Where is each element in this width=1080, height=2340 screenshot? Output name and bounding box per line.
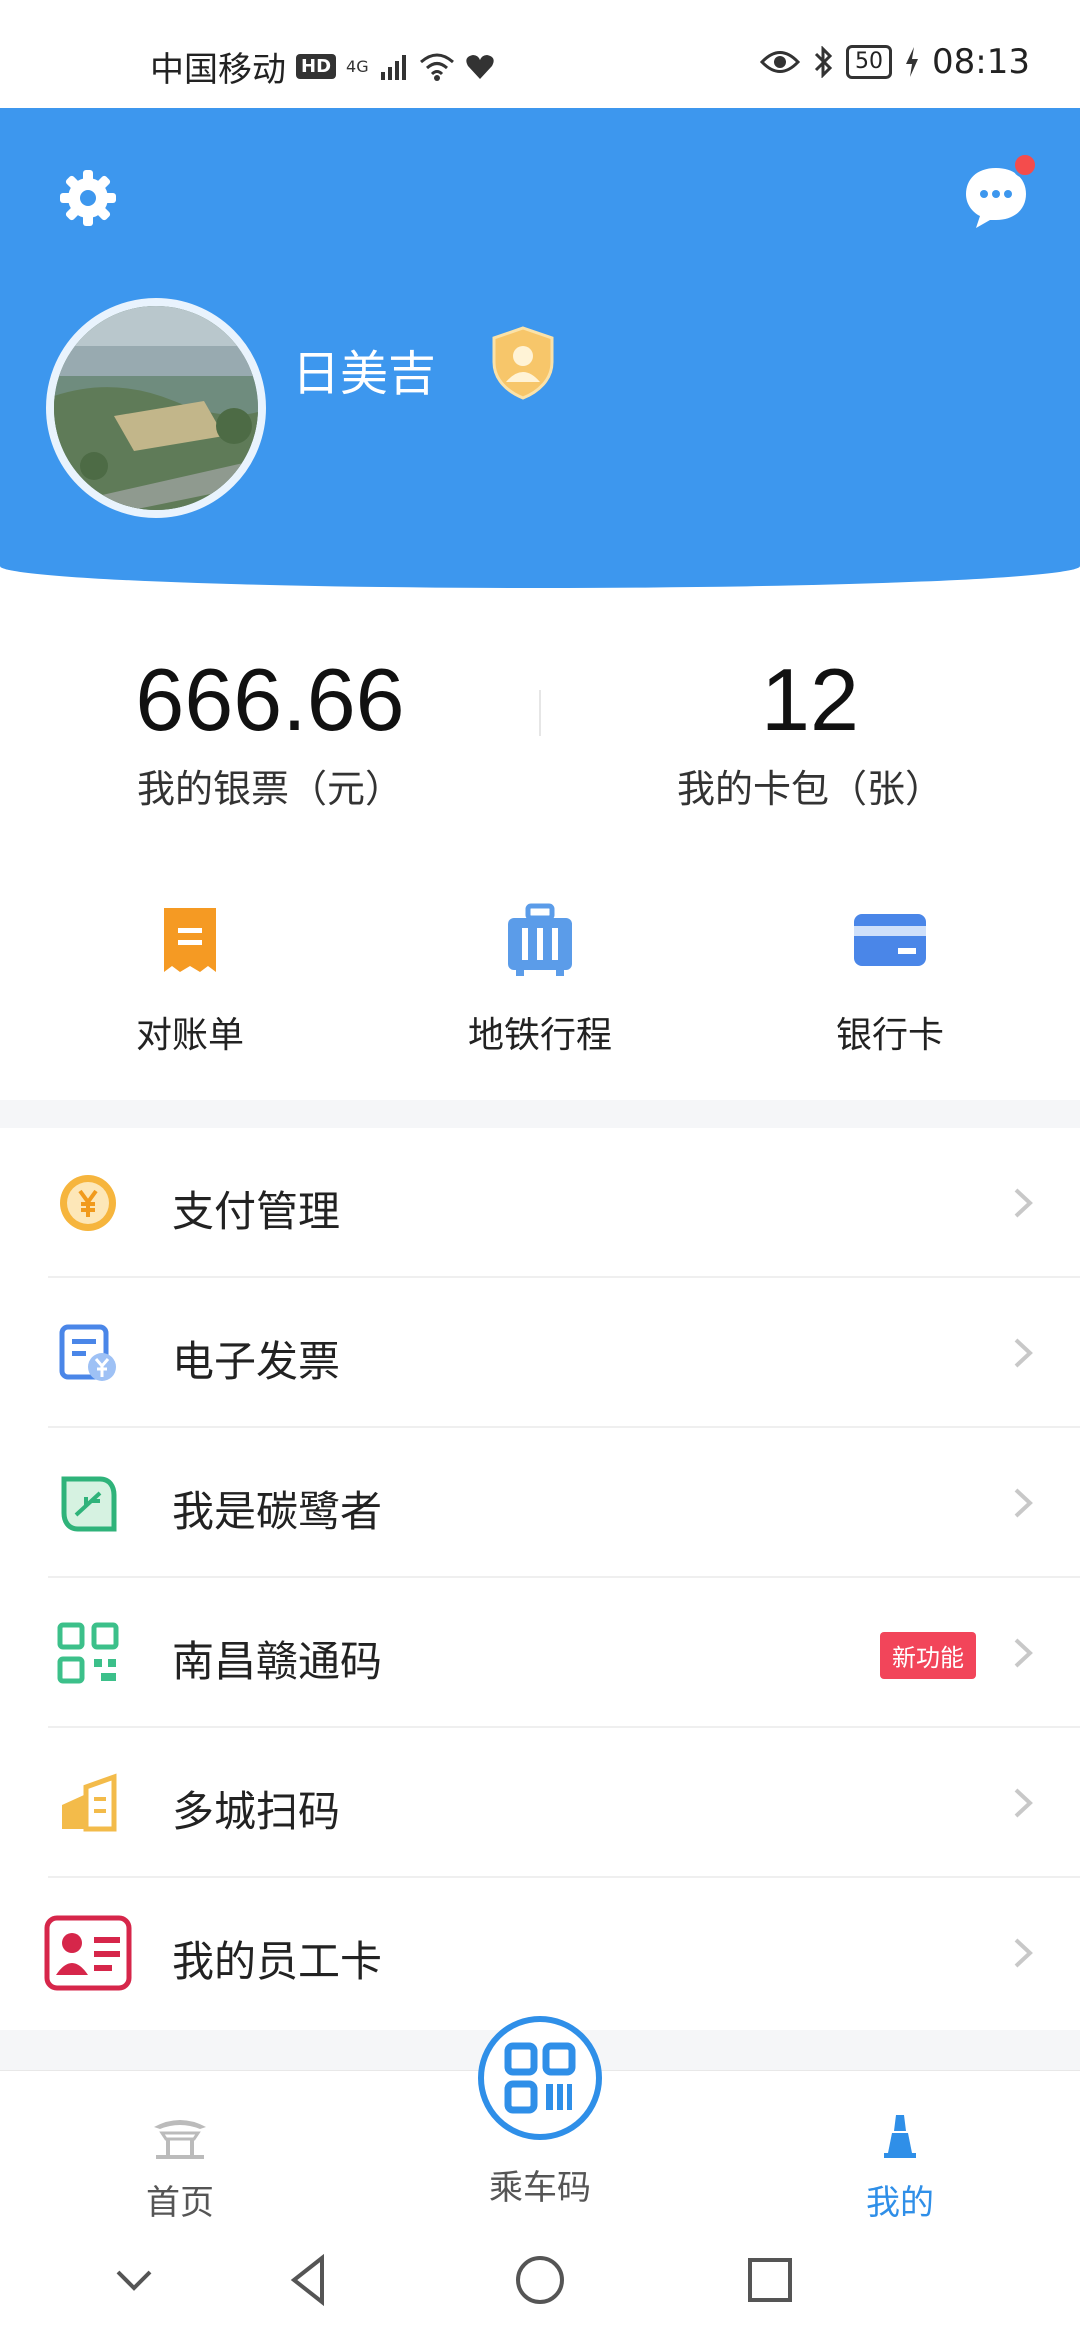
quick-action-label: 地铁行程 xyxy=(467,1015,612,1056)
back-icon[interactable] xyxy=(280,2250,340,2310)
pavilion-icon xyxy=(154,2120,206,2159)
chevron-right-icon xyxy=(1014,1338,1033,1368)
menu-item-label: 我的员工卡 xyxy=(172,1937,383,1986)
settings-button[interactable] xyxy=(56,166,120,230)
ride-code-button[interactable] xyxy=(478,2016,602,2140)
menu-item-employee-card[interactable]: 我的员工卡 xyxy=(0,1878,1080,2028)
chevron-right-icon xyxy=(1014,1788,1033,1818)
recents-icon[interactable] xyxy=(740,2250,800,2310)
nav-home[interactable]: 首页 xyxy=(0,2111,360,2224)
menu-list: 支付管理 电子发票 我是碳鹭者 南昌赣通码 新功能 多城扫码 我的员工卡 xyxy=(0,1128,1080,2028)
quick-action-label: 对账单 xyxy=(135,1015,244,1056)
menu-item-label: 南昌赣通码 xyxy=(172,1637,383,1686)
status-right: 50 08:13 xyxy=(760,42,1030,82)
messages-button[interactable] xyxy=(960,152,1038,232)
qr-code-icon xyxy=(57,1622,119,1684)
statement-icon xyxy=(150,900,230,980)
avatar[interactable] xyxy=(46,298,266,518)
quick-action-statement[interactable]: 对账单 xyxy=(10,900,370,1058)
shield-user-icon xyxy=(492,326,554,400)
nav-mine[interactable]: 我的 xyxy=(720,2111,1080,2224)
nav-label: 我的 xyxy=(866,2183,934,2223)
leaf-icon xyxy=(61,1476,117,1532)
new-feature-badge: 新功能 xyxy=(880,1632,976,1679)
invoice-icon xyxy=(59,1324,116,1381)
username: 日美吉 xyxy=(292,346,437,402)
system-navigation-bar xyxy=(0,2220,1080,2340)
health-icon xyxy=(465,54,494,79)
menu-item-payment-management[interactable]: 支付管理 xyxy=(0,1128,1080,1278)
status-bar: 中国移动 HD 4G 50 08:13 xyxy=(0,0,1080,108)
gear-icon xyxy=(60,170,116,226)
carrier-name: 中国移动 xyxy=(150,50,286,90)
home-icon[interactable] xyxy=(510,2250,570,2310)
verified-badge[interactable] xyxy=(490,326,556,400)
tower-icon xyxy=(884,2115,916,2158)
card-count-label: 我的卡包（张） xyxy=(676,767,943,811)
ride-code-label: 乘车码 xyxy=(489,2168,591,2208)
bank-card-icon xyxy=(850,900,930,980)
balance-label: 我的银票（元） xyxy=(136,767,403,811)
signal-icon xyxy=(380,54,406,80)
chevron-right-icon xyxy=(1014,1938,1033,1968)
chevron-down-icon[interactable] xyxy=(104,2250,164,2310)
menu-item-label: 支付管理 xyxy=(172,1187,341,1236)
menu-item-ganton-code[interactable]: 南昌赣通码 新功能 xyxy=(0,1578,1080,1728)
balance-stat[interactable]: 666.66 我的银票（元） xyxy=(0,650,540,813)
battery-level: 50 xyxy=(846,45,893,79)
nav-label: 首页 xyxy=(146,2183,214,2223)
profile-header: 日美吉 xyxy=(0,108,1080,588)
chevron-right-icon xyxy=(1014,1188,1033,1218)
menu-item-e-invoice[interactable]: 电子发票 xyxy=(0,1278,1080,1428)
quick-action-bank-card[interactable]: 银行卡 xyxy=(710,900,1070,1058)
bluetooth-icon xyxy=(814,46,833,78)
city-icon xyxy=(62,1773,117,1832)
notification-dot xyxy=(1012,152,1038,178)
quick-action-metro-trips[interactable]: 地铁行程 xyxy=(360,900,720,1058)
card-count-value: 12 xyxy=(761,650,859,749)
section-spacer xyxy=(0,1100,1080,1128)
chevron-right-icon xyxy=(1014,1638,1033,1668)
balance-value: 666.66 xyxy=(135,650,405,749)
menu-item-carbon[interactable]: 我是碳鹭者 xyxy=(0,1428,1080,1578)
yuan-coin-icon xyxy=(60,1175,116,1231)
employee-card-icon xyxy=(44,1915,132,1991)
menu-item-label: 多城扫码 xyxy=(172,1787,341,1836)
hd-indicator: HD xyxy=(296,54,337,79)
avatar-image xyxy=(54,306,258,510)
wifi-icon xyxy=(419,53,454,81)
card-wallet-stat[interactable]: 12 我的卡包（张） xyxy=(540,650,1080,813)
qr-code-icon xyxy=(504,2042,576,2114)
eye-icon xyxy=(760,51,801,73)
quick-action-label: 银行卡 xyxy=(835,1015,944,1056)
menu-item-multi-city-scan[interactable]: 多城扫码 xyxy=(0,1728,1080,1878)
clock: 08:13 xyxy=(932,42,1030,82)
menu-item-label: 电子发票 xyxy=(172,1337,341,1386)
chevron-right-icon xyxy=(1014,1488,1033,1518)
status-left: 中国移动 HD 4G xyxy=(150,42,495,91)
network-type: 4G xyxy=(346,57,369,76)
menu-item-label: 我是碳鹭者 xyxy=(172,1487,383,1536)
luggage-icon xyxy=(500,900,580,980)
charging-icon xyxy=(906,47,919,77)
